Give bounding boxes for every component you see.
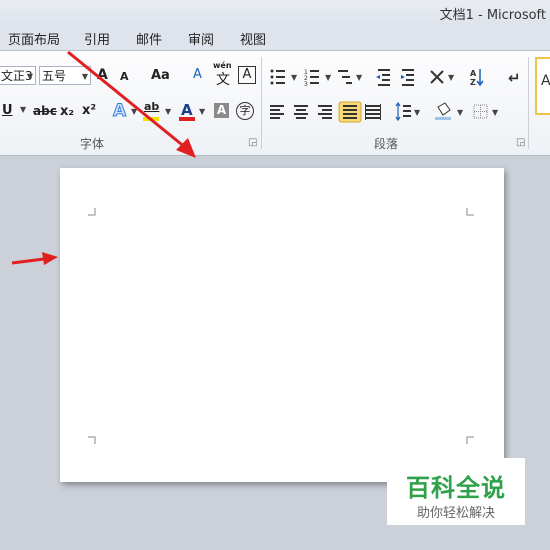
- red-arrow-icon: [67, 50, 196, 158]
- watermark-title: 百科全说: [406, 474, 506, 502]
- watermark: 百科全说 助你轻松解决: [387, 458, 525, 525]
- watermark-subtitle: 助你轻松解决: [416, 506, 495, 521]
- red-arrow-icon: [11, 252, 58, 265]
